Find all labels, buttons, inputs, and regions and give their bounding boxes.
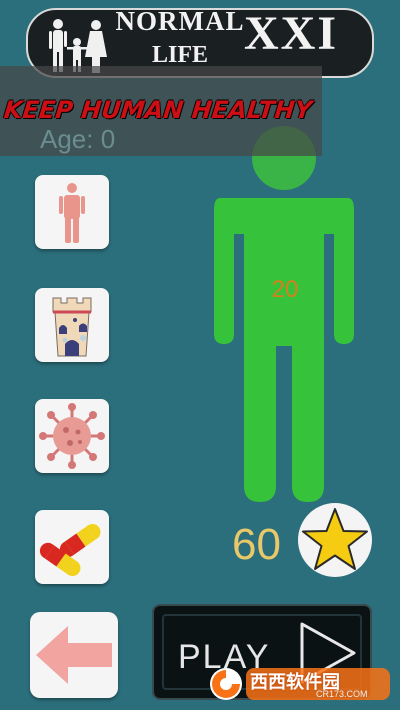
person-icon [59,183,85,243]
watermark-sub: CR173.COM [316,689,368,699]
title-life: LIFE [151,42,208,68]
title-normal: NORMAL [115,6,245,36]
menu-person-button[interactable] [35,175,109,249]
star-icon [302,508,368,570]
stars-count: 60 [232,520,281,569]
pill-icon [39,523,101,577]
menu-castle-button[interactable] [35,288,109,362]
back-arrow-icon [36,626,112,684]
back-button[interactable] [30,612,118,698]
menu-virus-button[interactable] [35,399,109,473]
star-button[interactable] [298,503,372,577]
age-label: Age: 0 [40,124,116,154]
human-figure[interactable] [210,126,358,506]
health-value: 20 [271,276,299,303]
virus-icon [39,403,105,469]
menu-pill-button[interactable] [35,510,109,584]
tagline: KEEP HUMAN HEALTHY [2,96,314,124]
title-suffix: XXI [244,7,339,60]
castle-icon [52,297,92,357]
human-body [214,198,354,502]
